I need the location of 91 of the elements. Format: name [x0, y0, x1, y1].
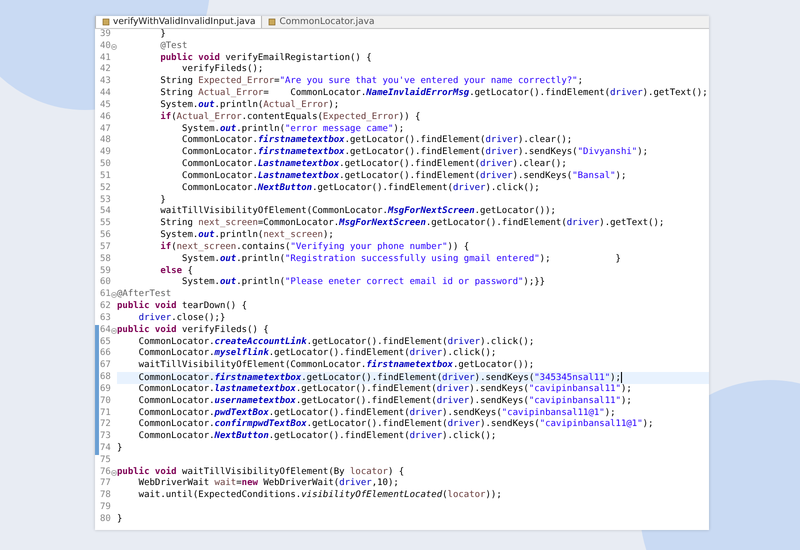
line-number: 42	[100, 64, 111, 76]
code-line: wait.until(ExpectedConditions.visibilityOfElementLocated(locator));	[138, 490, 502, 500]
code-line: @Test	[159, 40, 188, 51]
code-line: System.out.println("error message came");	[181, 124, 404, 134]
line-number: 58	[100, 254, 111, 266]
line-number: 60	[100, 277, 111, 289]
code-line: waitTillVisibilityOfElement(CommonLocator.firstnametextbox.getLocator());	[138, 360, 534, 370]
line-number: 70	[100, 396, 111, 408]
line-number: 45	[100, 100, 111, 112]
line-number: 50	[100, 159, 111, 171]
line-number: 44	[100, 88, 111, 100]
line-number: 59	[100, 266, 111, 277]
code-line: }	[159, 29, 166, 39]
code-line: WebDriverWait wait=new WebDriverWait(driver,10);	[138, 478, 399, 488]
line-number: 47	[100, 124, 111, 135]
code-line: }	[117, 514, 122, 524]
line-number: 62	[100, 301, 111, 313]
code-line: CommonLocator.usernametextbox.getLocator().findElement(driver).sendKeys("cavipinbansal11");	[138, 396, 632, 406]
line-number: 53	[100, 194, 111, 206]
line-number: 80	[100, 514, 111, 526]
line-number: 69	[100, 384, 111, 396]
code-line: else {	[159, 266, 193, 276]
line-number: 64	[100, 324, 111, 337]
line-number: 48	[100, 135, 111, 147]
line-number: 71	[100, 408, 111, 419]
line-number: 51	[100, 170, 111, 183]
line-number: 52	[100, 182, 111, 195]
line-number: 57	[100, 242, 111, 254]
code-line: System.out.println(Actual_Error);	[159, 100, 340, 110]
code-line: System.out.println("Registration successfully using gmail entered"); }	[181, 254, 621, 264]
code-line: if(Actual_Error.contentEquals(Expected_Error)) {	[159, 112, 420, 122]
text-cursor	[620, 372, 622, 384]
line-number: 43	[100, 76, 111, 88]
line-number: 74	[100, 442, 111, 455]
code-line: CommonLocator.lastnametextbox.getLocator().findElement(driver).sendKeys("cavipinbansal11");	[138, 384, 632, 394]
line-number: 65	[100, 336, 111, 348]
code-line: @AfterTest	[117, 289, 172, 300]
line-number: 54	[100, 206, 111, 218]
fold-icon[interactable]	[111, 470, 117, 476]
line-number: 68	[100, 372, 111, 384]
code-line: String next_screen=CommonLocator.MsgForNextScreen.getLocator().findElement(driver).getText();	[159, 218, 664, 228]
fold-icon[interactable]	[111, 292, 117, 298]
code-line: CommonLocator.myselflink.getLocator().findElement(driver).click();	[138, 348, 496, 358]
code-line: driver.close();}	[138, 312, 226, 323]
line-number: 63	[100, 312, 111, 325]
line-number: 76	[100, 466, 111, 478]
line-number: 72	[100, 419, 111, 431]
line-number: 56	[100, 230, 111, 242]
code-line: CommonLocator.NextButton.getLocator().findElement(driver).click();	[181, 182, 540, 193]
code-line: CommonLocator.Lastnametextbox.getLocator().findElement(driver).sendKeys("Bansal");	[181, 170, 626, 181]
code-line: System.out.println(next_screen);	[159, 230, 334, 240]
code-line: }	[159, 194, 166, 205]
code-line: System.out.println("Please eneter correct email id or password");}}	[181, 277, 546, 288]
code-line: public void verifyFileds() {	[117, 324, 269, 335]
line-number: 61	[100, 289, 111, 301]
line-number: 46	[100, 112, 111, 124]
code-line: waitTillVisibilityOfElement(CommonLocator.MsgForNextScreen.getLocator());	[159, 206, 556, 216]
code-line: public void waitTillVisibilityOfElement(By locator) {	[117, 466, 404, 477]
code-line: verifyFileds();	[181, 64, 264, 74]
fold-icon[interactable]	[111, 328, 117, 334]
code-line: CommonLocator.Lastnametextbox.getLocator().findElement(driver).clear();	[181, 159, 567, 170]
line-number: 77	[100, 478, 111, 490]
code-line: public void verifyEmailRegistartion() {	[159, 52, 372, 63]
code-line: CommonLocator.NextButton.getLocator().findElement(driver).click();	[138, 431, 496, 442]
code-line: String Expected_Error="Are you sure that you've entered your name correctly?";	[159, 76, 583, 86]
line-number: 39	[100, 29, 111, 41]
fold-icon[interactable]	[111, 44, 117, 50]
code-line: if(next_screen.contains("Verifying your phone number")) {	[159, 242, 470, 252]
line-number: 78	[100, 490, 111, 502]
line-number: 55	[100, 218, 111, 230]
code-line: CommonLocator.pwdTextBox.getLocator().findElement(driver).sendKeys("cavipinbansal11@1");	[138, 408, 616, 418]
line-number: 41	[100, 52, 111, 64]
code-line: String Actual_Error= CommonLocator.NameInvlaidErrorMsg.getLocator().findElement(driver).getText();	[159, 88, 708, 98]
code-line: CommonLocator.firstnametextbox.getLocator().findElement(driver).sendKeys("Divyanshi");	[181, 147, 648, 158]
file-icon	[268, 18, 276, 26]
code-line: }	[117, 442, 122, 453]
code-line: CommonLocator.createAccountLink.getLocator().findElement(driver).click();	[138, 336, 534, 347]
editor-tab[interactable]: verifyWithValidInvalidInput.java	[95, 16, 262, 28]
code-line: public void tearDown() {	[117, 301, 248, 312]
line-number: 75	[100, 454, 111, 467]
line-number: 79	[100, 502, 111, 514]
line-number: 73	[100, 431, 111, 443]
file-icon	[102, 18, 110, 26]
editor-tab[interactable]: CommonLocator.java	[262, 16, 380, 28]
code-line: CommonLocator.firstnametextbox.getLocator().findElement(driver).clear();	[181, 135, 572, 146]
line-number: 67	[100, 360, 111, 372]
line-number: 40	[100, 40, 111, 53]
code-line: CommonLocator.confirmpwdTextBox.getLocator().findElement(driver).sendKeys("cavipinbansal11@1");	[138, 419, 654, 430]
line-number: 49	[100, 147, 111, 159]
code-line: CommonLocator.firstnametextbox.getLocator().findElement(driver).sendKeys("345345nsal11");	[138, 372, 621, 383]
line-number: 66	[100, 348, 111, 360]
